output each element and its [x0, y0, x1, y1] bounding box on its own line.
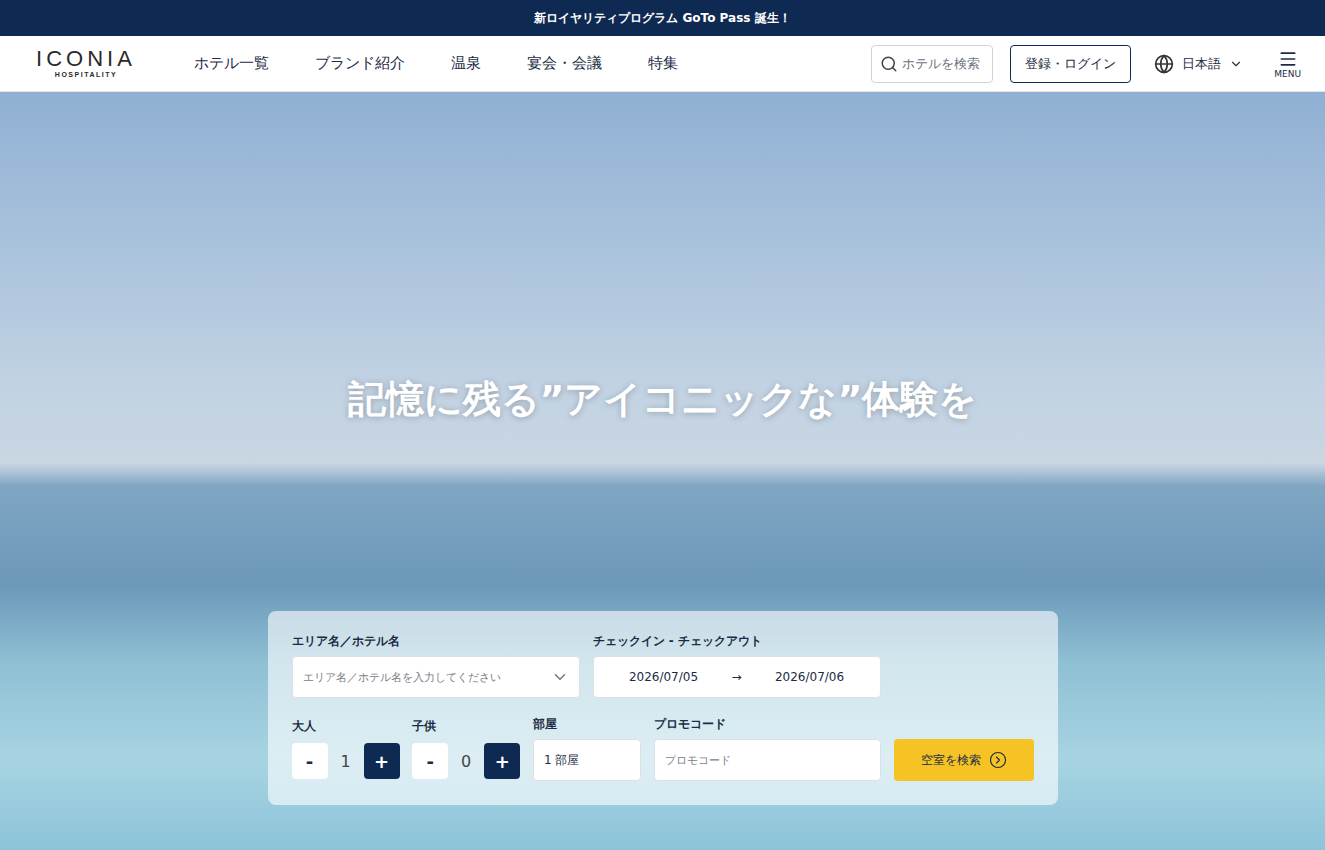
promo-field: プロモコードプロモコード [654, 716, 881, 781]
globe-icon [1154, 54, 1174, 74]
checkin-date[interactable]: 2026/07/05 [604, 670, 724, 684]
header-actions: ホテルを検索登録・ログイン 日本語 MENU [871, 45, 1301, 83]
header-search[interactable]: ホテルを検索 [871, 45, 993, 83]
menu-button[interactable]: MENU [1274, 49, 1301, 79]
chevron-down-icon [1229, 57, 1243, 71]
search-icon [880, 55, 898, 73]
area-field: エリア名／ホテル名エリア名／ホテル名を入力してください [292, 633, 580, 698]
nav-item[interactable]: 温泉 [451, 54, 481, 73]
logo-name: ICONIA [36, 48, 136, 70]
hamburger-icon [1278, 49, 1298, 69]
arrow-circle-icon [989, 751, 1007, 769]
hero-photo: 記憶に残る”アイコニックな”体験をエリア名／ホテル名エリア名／ホテル名を入力して… [0, 92, 1325, 850]
search-button[interactable]: 空室を検索 [894, 739, 1034, 781]
counter-value: 0 [461, 752, 471, 771]
date-arrow: → [731, 670, 741, 684]
rooms-input[interactable]: 1 部屋 [533, 739, 641, 781]
decrement-button[interactable]: - [292, 743, 328, 779]
announcement-banner[interactable]: 新ロイヤリティプログラム GoTo Pass 誕生！ [0, 0, 1325, 36]
nav-item[interactable]: 宴会・会議 [527, 54, 602, 73]
nav-item[interactable]: 特集 [648, 54, 678, 73]
nav-item[interactable]: ブランド紹介 [315, 54, 405, 73]
dates-field: チェックイン - チェックアウト2026/07/05→2026/07/06 [593, 633, 881, 698]
checkout-date[interactable]: 2026/07/06 [750, 670, 870, 684]
site-header: ICONIAHOSPITALITYホテル一覧ブランド紹介温泉宴会・会議特集ホテル… [0, 36, 1325, 92]
chevron-down-icon [551, 668, 569, 686]
promo-input[interactable]: プロモコード [654, 739, 881, 781]
dates-input[interactable]: 2026/07/05 → 2026/07/06 [593, 656, 881, 698]
search-panel: エリア名／ホテル名エリア名／ホテル名を入力してくださいチェックイン - チェック… [268, 611, 1058, 805]
increment-button[interactable]: + [484, 743, 520, 779]
logo-sub: HOSPITALITY [55, 70, 117, 79]
rooms-field: 部屋1 部屋 [533, 716, 641, 781]
decrement-button[interactable]: - [412, 743, 448, 779]
main-nav: ホテル一覧 ブランド紹介 温泉 宴会・会議 特集 [194, 54, 678, 73]
area-input[interactable]: エリア名／ホテル名を入力してください [292, 656, 580, 698]
language-select[interactable]: 日本語 [1154, 54, 1243, 74]
nav-item[interactable]: ホテル一覧 [194, 54, 269, 73]
login-button[interactable]: 登録・ログイン [1010, 45, 1131, 83]
increment-button[interactable]: + [364, 743, 400, 779]
page: 新ロイヤリティプログラム GoTo Pass 誕生！ ICONIAHOSPITAL… [0, 0, 1325, 850]
counter-value: 1 [340, 752, 350, 771]
logo[interactable]: ICONIAHOSPITALITY [26, 48, 146, 79]
guest-counter: 子供-0+ [412, 718, 520, 781]
guest-counter: 大人-1+ [292, 718, 400, 781]
hero-heading: 記憶に残る”アイコニックな”体験を [348, 374, 978, 425]
